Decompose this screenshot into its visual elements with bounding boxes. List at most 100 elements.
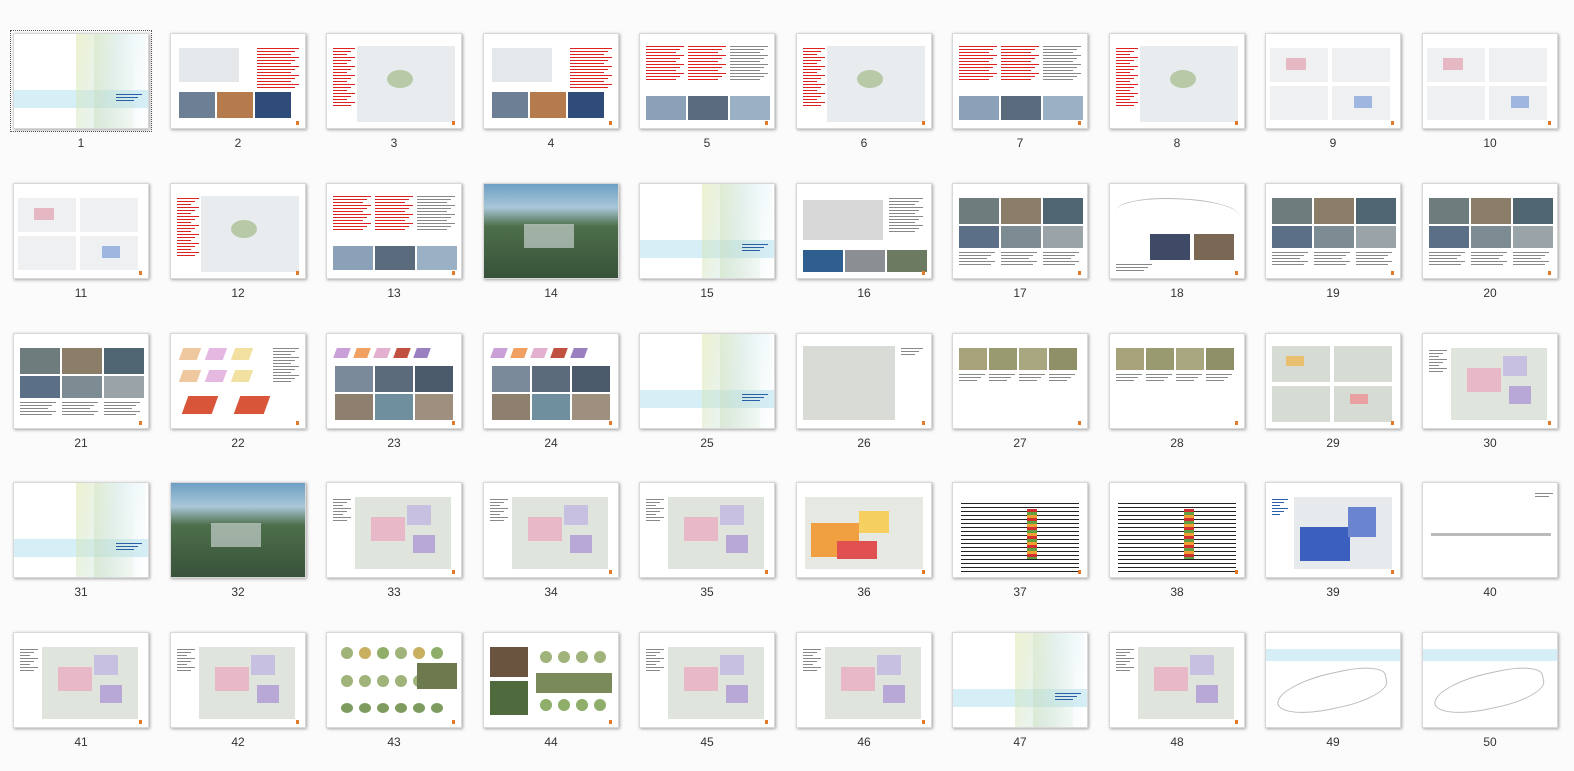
page-preview[interactable] — [639, 333, 775, 429]
page-preview[interactable] — [483, 482, 619, 578]
page-thumbnail[interactable]: 23 — [313, 300, 469, 450]
page-thumbnail[interactable]: 21 — [0, 300, 156, 450]
page-preview[interactable] — [170, 183, 306, 279]
page-preview[interactable] — [1109, 333, 1245, 429]
page-preview[interactable] — [1422, 482, 1558, 578]
page-preview[interactable] — [13, 333, 149, 429]
page-preview[interactable] — [952, 482, 1088, 578]
page-preview[interactable] — [13, 482, 149, 578]
page-thumbnail[interactable]: 43 — [313, 599, 469, 749]
page-preview[interactable] — [639, 33, 775, 129]
page-preview[interactable] — [1422, 183, 1558, 279]
page-thumbnail[interactable]: 29 — [1252, 300, 1408, 450]
page-preview[interactable] — [639, 632, 775, 728]
page-preview[interactable] — [1265, 482, 1401, 578]
page-thumbnail[interactable]: 22 — [157, 300, 313, 450]
page-preview[interactable] — [1422, 333, 1558, 429]
page-thumbnail[interactable]: 7 — [939, 0, 1095, 150]
page-preview[interactable] — [796, 33, 932, 129]
page-thumbnail[interactable]: 39 — [1252, 449, 1408, 599]
page-preview[interactable] — [639, 482, 775, 578]
page-preview[interactable] — [1109, 632, 1245, 728]
page-preview[interactable] — [483, 333, 619, 429]
page-thumbnail[interactable]: 14 — [470, 150, 626, 300]
page-thumbnail[interactable]: 32 — [157, 449, 313, 599]
page-thumbnail[interactable]: 3 — [313, 0, 469, 150]
page-thumbnail[interactable]: 33 — [313, 449, 469, 599]
page-preview[interactable] — [326, 33, 462, 129]
page-thumbnail[interactable]: 47 — [939, 599, 1095, 749]
page-preview[interactable] — [796, 482, 932, 578]
page-thumbnail[interactable]: 45 — [626, 599, 782, 749]
page-thumbnail[interactable]: 42 — [157, 599, 313, 749]
page-preview[interactable] — [1265, 333, 1401, 429]
page-preview[interactable] — [13, 632, 149, 728]
page-preview[interactable] — [1265, 33, 1401, 129]
page-preview[interactable] — [1109, 183, 1245, 279]
page-thumbnail[interactable]: 8 — [1096, 0, 1252, 150]
page-preview[interactable] — [326, 482, 462, 578]
page-preview[interactable] — [170, 482, 306, 578]
page-preview[interactable] — [1422, 33, 1558, 129]
page-thumbnail[interactable]: 37 — [939, 449, 1095, 599]
page-thumbnail[interactable]: 44 — [470, 599, 626, 749]
page-thumbnail[interactable]: 6 — [783, 0, 939, 150]
page-thumbnail[interactable]: 19 — [1252, 150, 1408, 300]
page-thumbnail[interactable]: 4 — [470, 0, 626, 150]
page-preview[interactable] — [952, 183, 1088, 279]
page-thumbnail[interactable]: 30 — [1409, 300, 1565, 450]
page-thumbnail[interactable]: 10 — [1409, 0, 1565, 150]
page-preview[interactable] — [483, 632, 619, 728]
page-preview[interactable] — [639, 183, 775, 279]
page-thumbnail[interactable]: 36 — [783, 449, 939, 599]
page-thumbnail[interactable]: 25 — [626, 300, 782, 450]
page-preview[interactable] — [1265, 183, 1401, 279]
page-thumbnail[interactable]: 2 — [157, 0, 313, 150]
page-thumbnail[interactable]: 31 — [0, 449, 156, 599]
page-thumbnail[interactable]: 41 — [0, 599, 156, 749]
page-thumbnail[interactable]: 46 — [783, 599, 939, 749]
page-thumbnail[interactable]: 17 — [939, 150, 1095, 300]
page-thumbnail[interactable]: 1 — [0, 0, 156, 150]
page-preview[interactable] — [796, 183, 932, 279]
page-preview[interactable] — [326, 183, 462, 279]
page-thumbnail[interactable]: 40 — [1409, 449, 1565, 599]
page-thumbnail[interactable]: 9 — [1252, 0, 1408, 150]
page-preview[interactable] — [952, 632, 1088, 728]
page-thumbnail[interactable]: 12 — [157, 150, 313, 300]
page-thumbnail[interactable]: 34 — [470, 449, 626, 599]
page-preview[interactable] — [796, 333, 932, 429]
page-preview[interactable] — [326, 333, 462, 429]
page-thumbnail[interactable]: 27 — [939, 300, 1095, 450]
page-thumbnail[interactable]: 15 — [626, 150, 782, 300]
page-preview[interactable] — [326, 632, 462, 728]
page-thumbnail[interactable]: 20 — [1409, 150, 1565, 300]
page-thumbnail[interactable]: 18 — [1096, 150, 1252, 300]
page-preview[interactable] — [170, 632, 306, 728]
page-thumbnail[interactable]: 50 — [1409, 599, 1565, 749]
page-preview[interactable] — [13, 183, 149, 279]
page-thumbnail[interactable]: 28 — [1096, 300, 1252, 450]
page-thumbnail[interactable]: 13 — [313, 150, 469, 300]
page-thumbnail[interactable]: 16 — [783, 150, 939, 300]
page-preview[interactable] — [483, 183, 619, 279]
page-preview[interactable] — [796, 632, 932, 728]
page-thumbnail[interactable]: 11 — [0, 150, 156, 300]
page-thumbnail[interactable]: 49 — [1252, 599, 1408, 749]
page-preview[interactable] — [170, 33, 306, 129]
page-preview[interactable] — [170, 333, 306, 429]
page-thumbnail[interactable]: 35 — [626, 449, 782, 599]
page-thumbnail[interactable]: 38 — [1096, 449, 1252, 599]
page-preview[interactable] — [483, 33, 619, 129]
page-preview[interactable] — [1422, 632, 1558, 728]
page-preview[interactable] — [1265, 632, 1401, 728]
page-preview[interactable] — [952, 333, 1088, 429]
page-thumbnail[interactable]: 5 — [626, 0, 782, 150]
page-preview[interactable] — [1109, 33, 1245, 129]
page-preview[interactable] — [952, 33, 1088, 129]
page-preview[interactable] — [1109, 482, 1245, 578]
page-preview[interactable] — [10, 30, 152, 132]
page-thumbnail[interactable]: 26 — [783, 300, 939, 450]
page-thumbnail[interactable]: 24 — [470, 300, 626, 450]
page-thumbnail[interactable]: 48 — [1096, 599, 1252, 749]
